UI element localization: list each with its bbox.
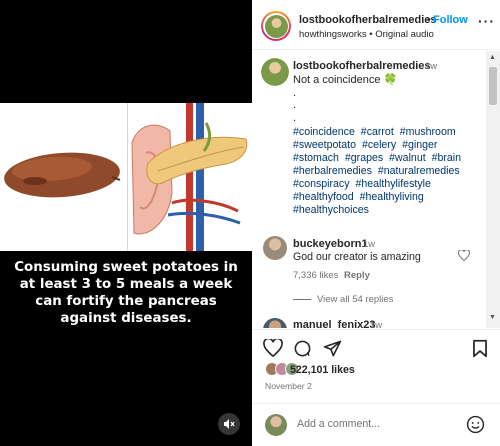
caption-username[interactable]: lostbookofherbalremedies [293, 60, 431, 72]
follow-button[interactable]: Follow [433, 14, 468, 26]
caption-text: Not a coincidence 🍀 . . . [293, 74, 398, 125]
post-dialog: Consuming sweet potatoes in at least 3 t… [0, 0, 500, 446]
hashtag-link[interactable]: #conspiracy [293, 178, 350, 190]
view-replies-label: View all 54 replies [317, 294, 394, 305]
comments-scroll-area[interactable]: lostbookofherbalremedies 1w Not a coinci… [252, 51, 486, 328]
comment-username[interactable]: buckeyeborn1 [293, 238, 368, 250]
bookmark-icon[interactable] [472, 339, 488, 361]
caption-hashtags: #coincidence #carrot #mushroom #sweetpot… [293, 126, 481, 217]
hashtag-link[interactable]: #mushroom [400, 126, 456, 138]
comment-username[interactable]: manuel_fenix23 [293, 319, 376, 328]
more-options-icon[interactable]: ··· [478, 13, 495, 29]
hashtag-link[interactable]: #ginger [402, 139, 437, 151]
share-icon[interactable] [323, 339, 342, 361]
comment-input[interactable] [297, 418, 457, 430]
sweet-potato-image [4, 152, 121, 198]
comment-time: 1w [370, 320, 383, 328]
hashtag-link[interactable]: #coincidence [293, 126, 355, 138]
comment-icon[interactable] [293, 339, 312, 361]
caption-time: 1w [425, 61, 438, 72]
current-user-avatar[interactable] [265, 414, 287, 436]
post-header: lostbookofherbalremedies • Follow howthi… [252, 0, 500, 50]
post-date[interactable]: November 2 [265, 381, 312, 391]
hashtag-link[interactable]: #brain [432, 152, 461, 164]
post-sidebar: lostbookofherbalremedies • Follow howthi… [252, 0, 500, 446]
hashtag-link[interactable]: #healthychoices [293, 204, 369, 216]
scroll-down-icon[interactable]: ▼ [489, 314, 496, 321]
commenter-avatar[interactable] [263, 236, 287, 260]
hashtag-link[interactable]: #sweetpotato [293, 139, 356, 151]
commenter-avatar[interactable] [263, 318, 287, 328]
author-username[interactable]: lostbookofherbalremedies [299, 14, 437, 26]
reply-button[interactable]: Reply [344, 270, 370, 281]
view-replies-button[interactable]: View all 54 replies [293, 294, 393, 305]
hashtag-link[interactable]: #healthyfood [293, 191, 354, 203]
caption-author-avatar[interactable] [261, 58, 289, 86]
hashtag-link[interactable]: #naturalremedies [378, 165, 460, 177]
comment-likes[interactable]: 7,336 likes [293, 270, 338, 281]
hashtag-link[interactable]: #celery [362, 139, 396, 151]
emoji-icon[interactable] [466, 415, 485, 437]
media-caption-text: Consuming sweet potatoes in at least 3 t… [14, 260, 238, 326]
separator-dot: • [427, 14, 431, 26]
hashtag-link[interactable]: #healthyliving [360, 191, 424, 203]
speaker-muted-icon[interactable] [218, 413, 240, 435]
likes-count[interactable]: 522,101 likes [290, 364, 355, 376]
pancreas-illustration [131, 103, 248, 251]
hashtag-link[interactable]: #healthylifestyle [355, 178, 430, 190]
hashtag-link[interactable]: #herbalremedies [293, 165, 372, 177]
hashtag-link[interactable]: #stomach [293, 152, 339, 164]
comment-time: 1w [363, 239, 376, 250]
heart-icon[interactable] [263, 337, 283, 360]
author-avatar[interactable] [261, 11, 291, 41]
media-image-strip [0, 103, 252, 251]
scrollbar-thumb[interactable] [489, 67, 497, 105]
comment-heart-icon[interactable] [457, 249, 471, 264]
comments-scrollbar[interactable]: ▲ ▼ [486, 51, 500, 328]
comment-text: God our creator is amazing [293, 251, 421, 263]
post-media[interactable]: Consuming sweet potatoes in at least 3 t… [0, 0, 252, 446]
scroll-up-icon[interactable]: ▲ [489, 54, 496, 61]
hashtag-link[interactable]: #walnut [389, 152, 426, 164]
audio-subtitle[interactable]: howthingsworks • Original audio [299, 29, 434, 40]
hashtag-link[interactable]: #grapes [345, 152, 383, 164]
add-comment-bar [252, 403, 500, 446]
hashtag-link[interactable]: #carrot [361, 126, 394, 138]
